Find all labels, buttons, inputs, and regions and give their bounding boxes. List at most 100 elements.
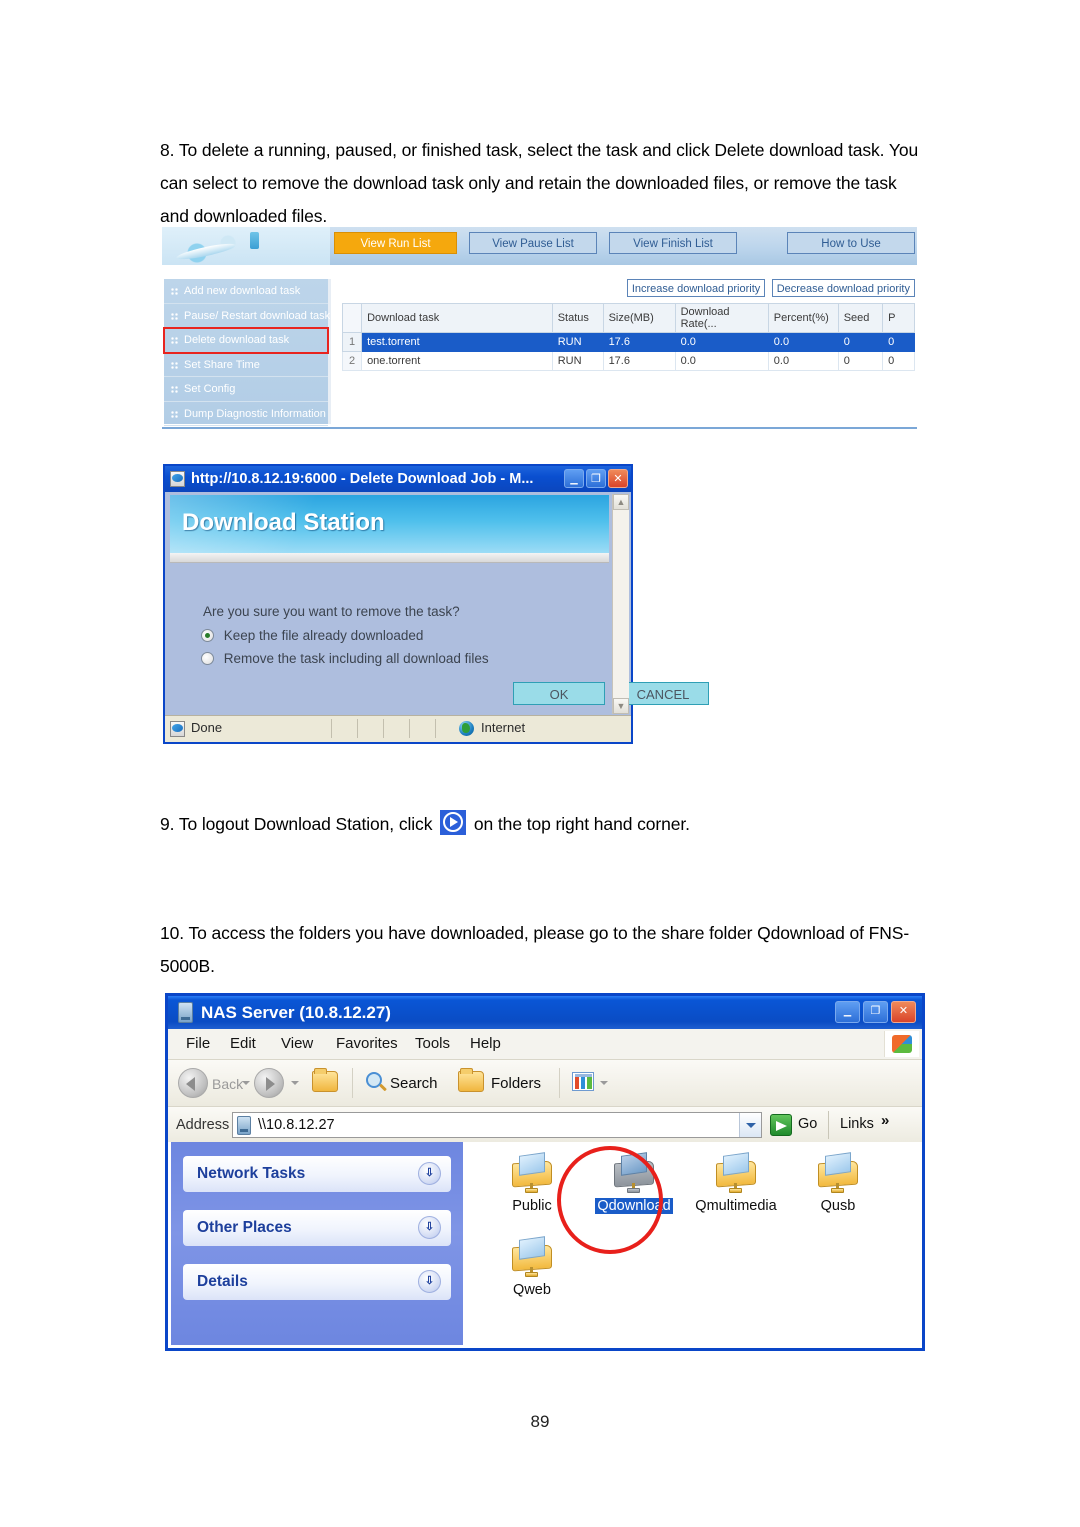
search-button-label[interactable]: Search <box>390 1075 438 1092</box>
cell-task-name: test.torrent <box>361 332 553 352</box>
forward-button[interactable] <box>254 1068 284 1098</box>
address-dropdown-icon[interactable] <box>739 1113 761 1137</box>
radio-selected-icon[interactable] <box>201 629 214 642</box>
views-dropdown-icon[interactable] <box>600 1081 608 1085</box>
radio-option-keep-files[interactable]: Keep the file already downloaded <box>201 626 423 646</box>
cell-task-name: one.torrent <box>361 351 553 371</box>
increase-download-priority-button[interactable]: Increase download priority <box>626 279 766 297</box>
chevron-double-right-icon[interactable]: » <box>881 1112 889 1129</box>
panel-details[interactable]: Details ⇩ <box>183 1264 451 1300</box>
address-divider <box>828 1111 829 1139</box>
scroll-up-icon[interactable]: ▲ <box>613 494 629 510</box>
dialog-title-text: http://10.8.12.19:6000 - Delete Download… <box>191 471 534 487</box>
cell-size: 17.6 <box>602 351 676 371</box>
panel-other-places[interactable]: Other Places ⇩ <box>183 1210 451 1246</box>
tab-view-finish-list[interactable]: View Finish List <box>609 232 737 254</box>
dialog-body: Download Station Are you sure you want t… <box>165 492 709 716</box>
views-icon[interactable] <box>572 1072 594 1091</box>
chevron-down-icon[interactable]: ⇩ <box>418 1162 441 1185</box>
cell-rate: 0.0 <box>674 332 769 352</box>
toolbar-divider <box>352 1068 353 1098</box>
chevron-down-icon[interactable]: ⇩ <box>418 1216 441 1239</box>
chevron-down-icon[interactable]: ⇩ <box>418 1270 441 1293</box>
col-size[interactable]: Size(MB) <box>602 303 676 333</box>
forward-dropdown-icon[interactable] <box>291 1081 299 1085</box>
cell-status: RUN <box>551 351 604 371</box>
col-download-rate[interactable]: Download Rate(... <box>674 303 769 333</box>
close-button[interactable]: ✕ <box>891 1001 916 1023</box>
maximize-button[interactable]: ❐ <box>863 1001 888 1023</box>
close-button[interactable]: ✕ <box>608 469 628 488</box>
menu-favorites[interactable]: Favorites <box>336 1035 398 1052</box>
col-peer[interactable]: P <box>882 303 915 333</box>
folders-icon[interactable] <box>458 1068 484 1092</box>
search-icon[interactable] <box>366 1072 382 1088</box>
col-seed[interactable]: Seed <box>837 303 884 333</box>
table-row[interactable]: 1 test.torrent RUN 17.6 0.0 0.0 0 0 <box>341 332 915 352</box>
table-row[interactable]: 2 one.torrent RUN 17.6 0.0 0.0 0 0 <box>341 351 915 371</box>
instruction-step-9: 9. To logout Download Station, click on … <box>160 808 920 841</box>
windows-flag-badge <box>884 1031 919 1057</box>
decrease-download-priority-button[interactable]: Decrease download priority <box>771 279 915 297</box>
panel-network-tasks[interactable]: Network Tasks ⇩ <box>183 1156 451 1192</box>
folders-button-label[interactable]: Folders <box>491 1075 541 1092</box>
radio-unselected-icon[interactable] <box>201 652 214 665</box>
back-button[interactable] <box>178 1068 208 1098</box>
folder-item-public[interactable]: Public <box>476 1152 588 1215</box>
go-button[interactable] <box>770 1114 792 1136</box>
address-input[interactable]: \\10.8.12.27 <box>232 1112 762 1138</box>
tab-how-to-use[interactable]: How to Use <box>787 232 915 254</box>
file-list: Public Qdownload Qmultimedia Qusb Qweb <box>466 1142 919 1345</box>
radio-option-remove-all[interactable]: Remove the task including all download f… <box>201 649 489 669</box>
sidebar-item-dump-diagnostic-information[interactable]: Dump Diagnostic Information <box>164 402 328 426</box>
dialog-title-bar: http://10.8.12.19:6000 - Delete Download… <box>165 466 631 492</box>
folder-label: Qdownload <box>595 1198 673 1214</box>
windows-explorer-screenshot: NAS Server (10.8.12.27) _ ❐ ✕ File Edit … <box>165 993 925 1351</box>
col-status[interactable]: Status <box>551 303 604 333</box>
go-label: Go <box>798 1116 818 1132</box>
server-icon <box>178 1002 193 1023</box>
sidebar-item-set-share-time[interactable]: Set Share Time <box>164 353 328 377</box>
folder-item-qweb[interactable]: Qweb <box>476 1236 588 1299</box>
menu-tools[interactable]: Tools <box>415 1035 450 1052</box>
explorer-title-text: NAS Server (10.8.12.27) <box>201 1003 391 1022</box>
windows-flag-icon <box>892 1035 912 1053</box>
scroll-down-icon[interactable]: ▼ <box>613 698 629 714</box>
download-station-banner: Download Station <box>170 495 609 553</box>
menu-edit[interactable]: Edit <box>230 1035 256 1052</box>
panel-title: Network Tasks <box>197 1165 306 1182</box>
dialog-status-bar: Done Internet <box>165 715 631 742</box>
manual-page: 8. To delete a running, paused, or finis… <box>0 0 1080 1527</box>
menu-file[interactable]: File <box>186 1035 210 1052</box>
col-download-task[interactable]: Download task <box>361 303 553 333</box>
tab-view-pause-list[interactable]: View Pause List <box>469 232 597 254</box>
tab-view-run-list[interactable]: View Run List <box>334 232 457 254</box>
folder-item-qdownload[interactable]: Qdownload <box>578 1152 690 1215</box>
minimize-button[interactable]: _ <box>835 1001 860 1023</box>
sidebar-item-pause-restart-download-task[interactable]: Pause/ Restart download task <box>164 304 330 328</box>
sidebar-item-add-new-download-task[interactable]: Add new download task <box>164 279 328 304</box>
maximize-button[interactable]: ❐ <box>586 469 606 488</box>
menu-help[interactable]: Help <box>470 1035 501 1052</box>
banner-image <box>162 227 330 265</box>
vertical-scrollbar[interactable]: ▲ ▼ <box>612 494 629 714</box>
col-percent[interactable]: Percent(%) <box>767 303 839 333</box>
banner-title: Download Station <box>182 509 385 536</box>
download-task-table: Download task Status Size(MB) Download R… <box>341 303 915 371</box>
cell-percent: 0.0 <box>767 351 839 371</box>
sidebar-item-set-config[interactable]: Set Config <box>164 377 328 402</box>
col-index <box>341 303 363 333</box>
links-label[interactable]: Links <box>840 1116 874 1132</box>
folder-item-qmultimedia[interactable]: Qmultimedia <box>680 1152 792 1215</box>
up-one-level-button[interactable] <box>312 1068 338 1092</box>
back-dropdown-icon[interactable] <box>242 1081 250 1085</box>
sidebar-item-delete-download-task[interactable]: Delete download task <box>163 327 329 354</box>
sidebar-item-label: Add new download task <box>184 285 301 297</box>
internet-zone-icon <box>459 721 474 736</box>
cancel-button[interactable]: CANCEL <box>617 682 709 705</box>
menu-view[interactable]: View <box>281 1035 313 1052</box>
ok-button[interactable]: OK <box>513 682 605 705</box>
minimize-button[interactable]: _ <box>564 469 584 488</box>
folder-item-qusb[interactable]: Qusb <box>782 1152 894 1215</box>
minimize-icon: _ <box>570 467 578 485</box>
